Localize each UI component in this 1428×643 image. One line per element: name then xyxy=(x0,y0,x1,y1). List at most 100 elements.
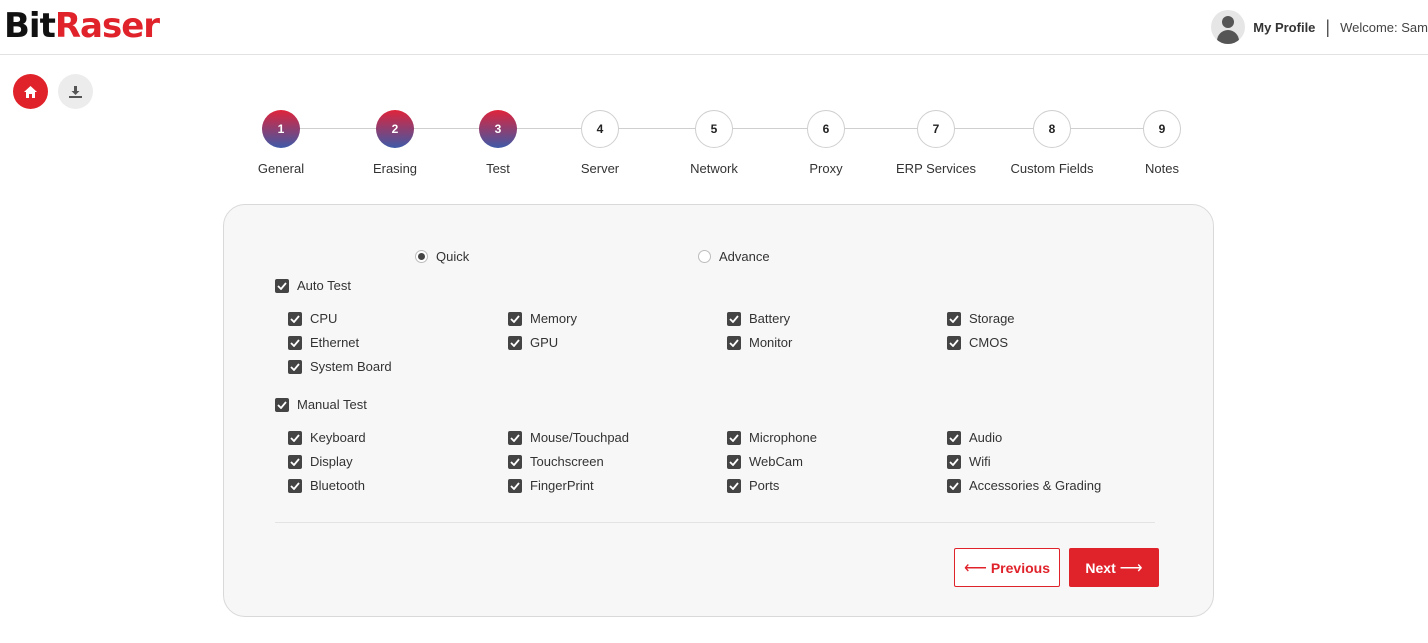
checkbox-bluetooth[interactable]: Bluetooth xyxy=(288,478,365,493)
checkbox-checked-icon[interactable] xyxy=(288,454,302,469)
home-button[interactable] xyxy=(13,74,48,109)
step-number-circle[interactable]: 9 xyxy=(1143,110,1181,148)
checkbox-webcam[interactable]: WebCam xyxy=(727,454,803,469)
auto-test-group-checkbox[interactable]: Auto Test xyxy=(275,278,351,293)
checkbox-checked-icon[interactable] xyxy=(288,430,302,445)
manual-test-group-checkbox[interactable]: Manual Test xyxy=(275,397,367,412)
checkbox-monitor[interactable]: Monitor xyxy=(727,335,792,350)
checkbox-microphone[interactable]: Microphone xyxy=(727,430,817,445)
step-number-circle[interactable]: 5 xyxy=(695,110,733,148)
checkbox-label: Wifi xyxy=(969,454,991,469)
checkbox-audio[interactable]: Audio xyxy=(947,430,1002,445)
step-label: Proxy xyxy=(809,161,843,176)
checkbox-checked-icon[interactable] xyxy=(947,335,961,350)
checkbox-checked-icon[interactable] xyxy=(947,430,961,445)
manual-test-label: Manual Test xyxy=(297,397,367,412)
step-number-circle[interactable]: 4 xyxy=(581,110,619,148)
checkbox-checked-icon[interactable] xyxy=(508,335,522,350)
checkbox-label: Display xyxy=(310,454,353,469)
checkbox-checked-icon[interactable] xyxy=(508,311,522,326)
step-number-circle[interactable]: 8 xyxy=(1033,110,1071,148)
checkbox-cpu[interactable]: CPU xyxy=(288,311,337,326)
mode-advance-option[interactable]: Advance xyxy=(698,249,770,264)
arrow-right-icon: ⟶ xyxy=(1119,559,1143,577)
checkbox-checked-icon[interactable] xyxy=(275,397,289,412)
step-number-circle[interactable]: 3 xyxy=(479,110,517,148)
checkbox-system-board[interactable]: System Board xyxy=(288,359,392,374)
step-number-circle[interactable]: 6 xyxy=(807,110,845,148)
step-label: Custom Fields xyxy=(1010,161,1094,176)
checkbox-display[interactable]: Display xyxy=(288,454,353,469)
checkbox-accessories-grading[interactable]: Accessories & Grading xyxy=(947,478,1101,493)
step-number-circle[interactable]: 2 xyxy=(376,110,414,148)
checkbox-checked-icon[interactable] xyxy=(508,430,522,445)
checkbox-label: Storage xyxy=(969,311,1015,326)
checkbox-battery[interactable]: Battery xyxy=(727,311,790,326)
checkbox-ports[interactable]: Ports xyxy=(727,478,779,493)
checkbox-fingerprint[interactable]: FingerPrint xyxy=(508,478,594,493)
checkbox-storage[interactable]: Storage xyxy=(947,311,1015,326)
step-label: ERP Services xyxy=(896,161,976,176)
checkbox-checked-icon[interactable] xyxy=(727,478,741,493)
download-button[interactable] xyxy=(58,74,93,109)
avatar-icon[interactable] xyxy=(1211,10,1246,44)
step-label: General xyxy=(257,161,305,176)
checkbox-label: Bluetooth xyxy=(310,478,365,493)
checkbox-touchscreen[interactable]: Touchscreen xyxy=(508,454,604,469)
checkbox-keyboard[interactable]: Keyboard xyxy=(288,430,366,445)
download-icon xyxy=(69,85,82,98)
advance-label: Advance xyxy=(719,249,770,264)
step-erasing[interactable]: 2 Erasing xyxy=(335,110,455,176)
step-general[interactable]: 1 General xyxy=(221,110,341,176)
logo-text-bit: Bit xyxy=(4,6,56,46)
my-profile-link[interactable]: My Profile xyxy=(1253,20,1315,35)
bitraser-logo[interactable]: BitRaser xyxy=(4,6,160,46)
home-icon xyxy=(24,85,37,98)
checkbox-checked-icon[interactable] xyxy=(288,311,302,326)
checkbox-checked-icon[interactable] xyxy=(727,430,741,445)
checkbox-gpu[interactable]: GPU xyxy=(508,335,558,350)
checkbox-wifi[interactable]: Wifi xyxy=(947,454,991,469)
previous-button[interactable]: ⟵ Previous xyxy=(954,548,1060,587)
checkbox-checked-icon[interactable] xyxy=(727,335,741,350)
logo-text-raser: Raser xyxy=(54,6,160,46)
mode-quick-option[interactable]: Quick xyxy=(415,249,469,264)
checkbox-label: WebCam xyxy=(749,454,803,469)
checkbox-label: Ethernet xyxy=(310,335,360,350)
step-server[interactable]: 4 Server xyxy=(540,110,660,176)
checkbox-checked-icon[interactable] xyxy=(947,454,961,469)
checkbox-checked-icon[interactable] xyxy=(288,478,302,493)
checkbox-checked-icon[interactable] xyxy=(508,454,522,469)
checkbox-label: Ports xyxy=(749,478,780,493)
test-settings-card: Quick Advance Auto Test CPU Memory Battery… xyxy=(223,204,1214,617)
step-erp-services[interactable]: 7 ERP Services xyxy=(876,110,996,176)
checkbox-ethernet[interactable]: Ethernet xyxy=(288,335,359,350)
step-network[interactable]: 5 Network xyxy=(654,110,774,176)
quick-radio[interactable] xyxy=(415,250,428,263)
step-number-circle[interactable]: 7 xyxy=(917,110,955,148)
checkbox-label: Audio xyxy=(969,430,1003,445)
step-custom-fields[interactable]: 8 Custom Fields xyxy=(992,110,1112,176)
checkbox-checked-icon[interactable] xyxy=(947,478,961,493)
checkbox-mouse-touchpad[interactable]: Mouse/Touchpad xyxy=(508,430,629,445)
checkbox-checked-icon[interactable] xyxy=(947,311,961,326)
checkbox-checked-icon[interactable] xyxy=(275,278,289,293)
checkbox-label: Memory xyxy=(530,311,577,326)
checkbox-checked-icon[interactable] xyxy=(508,478,522,493)
checkbox-memory[interactable]: Memory xyxy=(508,311,577,326)
checkbox-checked-icon[interactable] xyxy=(727,311,741,326)
step-number-circle[interactable]: 1 xyxy=(262,110,300,148)
next-button[interactable]: Next ⟶ xyxy=(1069,548,1159,587)
welcome-text: Welcome: Sam xyxy=(1340,19,1428,35)
advance-radio[interactable] xyxy=(698,250,711,263)
checkbox-label: CMOS xyxy=(969,335,1008,350)
checkbox-label: System Board xyxy=(310,359,392,374)
checkbox-label: Accessories & Grading xyxy=(969,478,1102,493)
checkbox-cmos[interactable]: CMOS xyxy=(947,335,1008,350)
checkbox-checked-icon[interactable] xyxy=(727,454,741,469)
checkbox-checked-icon[interactable] xyxy=(288,335,302,350)
checkbox-label: Microphone xyxy=(749,430,817,445)
step-notes[interactable]: 9 Notes xyxy=(1102,110,1222,176)
checkbox-checked-icon[interactable] xyxy=(288,359,302,374)
step-proxy[interactable]: 6 Proxy xyxy=(766,110,886,176)
